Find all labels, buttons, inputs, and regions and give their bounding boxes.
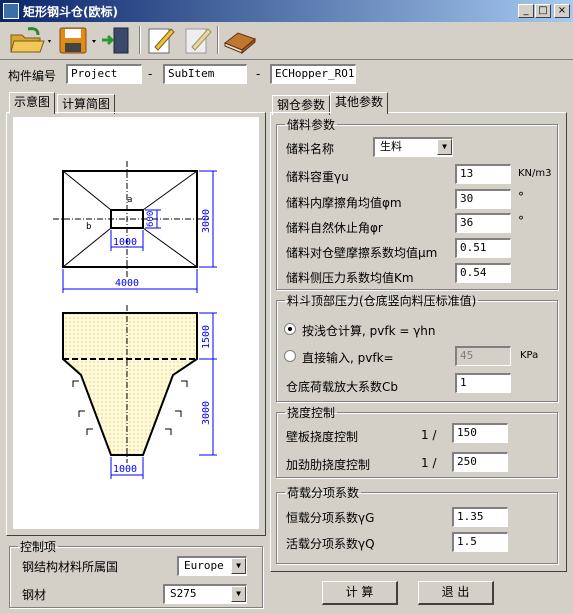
help-book-button[interactable] xyxy=(222,24,258,56)
window-title: 矩形钢斗仓(欧标) xyxy=(23,5,118,19)
wall-deflection-ratio: 1 / xyxy=(421,428,437,442)
plan-view: a b 1000 600 3000 4000 xyxy=(53,161,217,293)
edit-disabled-button[interactable] xyxy=(182,24,214,56)
elev-bottom-height-dim: 3000 xyxy=(201,401,212,425)
stiffener-deflection-label: 加劲肋挠度控制 xyxy=(286,458,371,472)
chevron-down-icon[interactable]: ▼ xyxy=(231,558,246,574)
edit-icon xyxy=(148,28,175,54)
plan-width-dim: 4000 xyxy=(115,278,139,289)
component-id-label: 构件编号 xyxy=(8,69,57,83)
toolbar xyxy=(0,22,573,60)
edit-button[interactable] xyxy=(145,24,177,56)
material-name-label: 储料名称 xyxy=(286,142,335,156)
wall-friction-input[interactable]: 0.51 xyxy=(455,238,511,258)
toolbar-separator xyxy=(217,26,219,54)
repose-angle-label: 储料自然休止角φr xyxy=(286,221,383,235)
plan-label-b: b xyxy=(86,222,91,232)
tab-other-params[interactable]: 其他参数 xyxy=(330,92,389,114)
dash-separator: - xyxy=(256,67,261,81)
direct-pressure-unit: KPa xyxy=(520,350,539,361)
open-button[interactable] xyxy=(8,24,52,56)
live-load-label: 活载分项系数γQ xyxy=(286,537,375,551)
control-legend: 控制项 xyxy=(20,540,57,554)
subitem-input[interactable]: SubItem xyxy=(163,64,247,84)
shallow-silo-label: 按浅仓计算, pvfk = γhn xyxy=(302,324,436,338)
plan-label-a: a xyxy=(127,195,132,205)
deflection-legend: 挠度控制 xyxy=(287,406,336,420)
material-name-select[interactable]: 生料 ▼ xyxy=(373,137,453,157)
direct-pressure-input[interactable]: 45 xyxy=(455,346,511,366)
component-code-input[interactable]: ECHopper_RO1 xyxy=(270,64,356,84)
steel-code-select[interactable]: Europe ▼ xyxy=(177,556,247,576)
friction-angle-unit: ° xyxy=(518,190,524,204)
dash-separator: - xyxy=(148,67,153,81)
friction-angle-input[interactable]: 30 xyxy=(455,189,511,209)
density-label: 储料容重γu xyxy=(286,170,349,184)
maximize-button[interactable]: □ xyxy=(535,4,551,18)
stiffener-deflection-ratio: 1 / xyxy=(421,456,437,470)
elev-opening-width-dim: 1000 xyxy=(113,464,137,475)
plan-opening-width: 1000 xyxy=(113,237,137,248)
direct-input-label: 直接输入, pvfk= xyxy=(302,351,394,365)
schematic-diagram: a b 1000 600 3000 4000 1500 3000 1000 xyxy=(13,117,259,529)
minimize-button[interactable]: _ xyxy=(518,4,534,18)
exit-icon xyxy=(102,27,129,54)
close-button[interactable]: × xyxy=(554,4,570,18)
steel-grade-select[interactable]: S275 ▼ xyxy=(163,584,247,604)
repose-angle-input[interactable]: 36 xyxy=(455,213,511,233)
plan-height-dim: 3000 xyxy=(201,209,212,233)
friction-angle-label: 储料内摩擦角均值φm xyxy=(286,196,402,210)
wall-deflection-input[interactable]: 150 xyxy=(452,423,508,443)
amplify-factor-input[interactable]: 1 xyxy=(455,373,511,393)
plan-opening-height: 600 xyxy=(146,211,156,227)
shallow-silo-radio[interactable] xyxy=(284,323,296,335)
stiffener-deflection-input[interactable]: 250 xyxy=(452,452,508,472)
dead-load-input[interactable]: 1.35 xyxy=(452,507,508,527)
steel-label: 钢材 xyxy=(22,588,47,602)
edit-disabled-icon xyxy=(185,28,212,54)
chevron-down-icon[interactable]: ▼ xyxy=(231,586,246,602)
project-input[interactable]: Project xyxy=(66,64,142,84)
wall-friction-label: 储料对仓壁摩擦系数均值μm xyxy=(286,246,438,260)
live-load-input[interactable]: 1.5 xyxy=(452,532,508,552)
save-button[interactable] xyxy=(58,24,98,56)
exit-button[interactable]: 退 出 xyxy=(418,581,494,605)
exit-tool-button[interactable] xyxy=(100,24,132,56)
book-icon xyxy=(224,32,256,55)
density-unit: KN/m3 xyxy=(518,168,552,179)
density-input[interactable]: 13 xyxy=(455,164,511,184)
app-icon xyxy=(3,3,19,19)
dead-load-label: 恒载分项系数γG xyxy=(286,511,375,525)
lateral-pressure-input[interactable]: 0.54 xyxy=(455,263,511,283)
title-bar: 矩形钢斗仓(欧标) _ □ × xyxy=(0,0,573,22)
toolbar-separator xyxy=(139,26,141,54)
calculate-button[interactable]: 计 算 xyxy=(322,581,398,605)
wall-deflection-label: 壁板挠度控制 xyxy=(286,430,359,444)
storage-legend: 储料参数 xyxy=(287,118,336,132)
top-pressure-legend: 料斗顶部压力(仓底竖向料压标准值) xyxy=(287,294,477,308)
amplify-factor-label: 仓底荷载放大系数Cb xyxy=(286,380,398,394)
repose-angle-unit: ° xyxy=(518,214,524,228)
steel-code-label: 钢结构材料所属国 xyxy=(22,560,119,574)
elevation-view: 1500 3000 1000 xyxy=(62,305,217,479)
open-folder-icon xyxy=(10,27,51,53)
tab-calc-diagram[interactable]: 计算简图 xyxy=(57,94,116,114)
save-icon xyxy=(59,27,96,54)
chevron-down-icon[interactable]: ▼ xyxy=(437,139,452,155)
load-factors-legend: 荷载分项系数 xyxy=(287,486,360,500)
lateral-pressure-label: 储料侧压力系数均值Km xyxy=(286,271,414,285)
tab-schematic[interactable]: 示意图 xyxy=(9,92,56,114)
direct-input-radio[interactable] xyxy=(284,350,296,362)
elev-top-height-dim: 1500 xyxy=(201,325,212,349)
